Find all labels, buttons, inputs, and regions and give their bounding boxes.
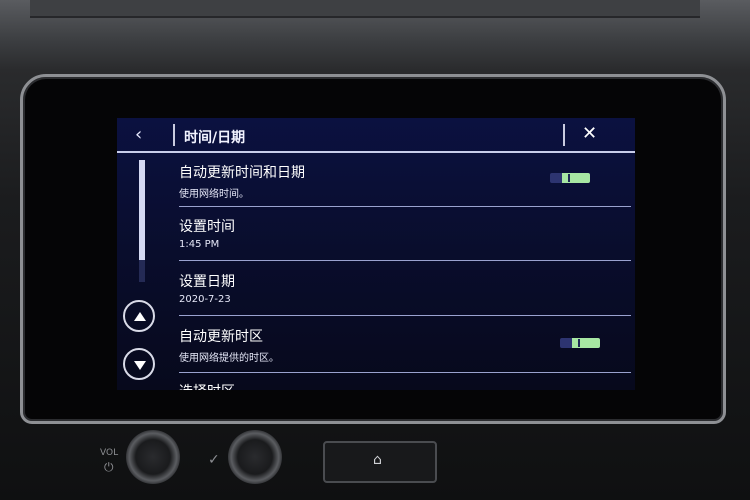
row-divider (179, 260, 631, 261)
toggle-knob (578, 339, 580, 347)
setting-set-date[interactable]: 设置日期 2020-7-23 (179, 271, 631, 305)
home-button[interactable]: ⌂ (323, 441, 437, 483)
setting-label: 设置日期 (179, 274, 235, 290)
power-icon: ⏻ (104, 460, 114, 474)
close-button[interactable]: ✕ (582, 123, 597, 144)
setting-value: 1:45 PM (179, 239, 220, 250)
auto-time-toggle[interactable] (550, 173, 590, 183)
scroll-up-button[interactable] (123, 300, 155, 332)
page-title: 时间/日期 (184, 130, 246, 146)
close-separator (563, 124, 565, 146)
row-divider (179, 372, 631, 373)
air-vent (30, 0, 700, 18)
toggle-knob (568, 174, 570, 182)
chevron-down-icon (134, 361, 146, 370)
chevron-up-icon (134, 312, 146, 321)
setting-value: 使用网络提供的时区。 (179, 353, 279, 364)
volume-label: VOL (100, 448, 119, 458)
infotainment-screen: ‹ 时间/日期 ✕ 自动更新时间和日期 使用网络时间。 设置时间 1:45 PM… (117, 118, 635, 390)
setting-select-timezone[interactable]: 选择时区 (179, 381, 631, 390)
title-divider (117, 151, 635, 153)
home-icon: ⌂ (373, 452, 382, 468)
row-divider (179, 315, 631, 316)
setting-label: 选择时区 (179, 381, 631, 390)
setting-value: 使用网络时间。 (179, 189, 249, 200)
title-separator (173, 124, 175, 146)
check-icon: ✓ (208, 452, 220, 468)
setting-label: 设置时间 (179, 219, 235, 235)
setting-value: 2020-7-23 (179, 294, 231, 305)
row-divider (179, 206, 631, 207)
auto-timezone-toggle[interactable] (560, 338, 600, 348)
scrollbar-thumb[interactable] (139, 160, 145, 260)
scroll-down-button[interactable] (123, 348, 155, 380)
title-bar: ‹ 时间/日期 ✕ (117, 118, 635, 152)
tune-knob[interactable] (228, 430, 282, 484)
setting-set-time[interactable]: 设置时间 1:45 PM (179, 216, 631, 250)
volume-knob[interactable] (126, 430, 180, 484)
back-button[interactable]: ‹ (135, 124, 142, 145)
